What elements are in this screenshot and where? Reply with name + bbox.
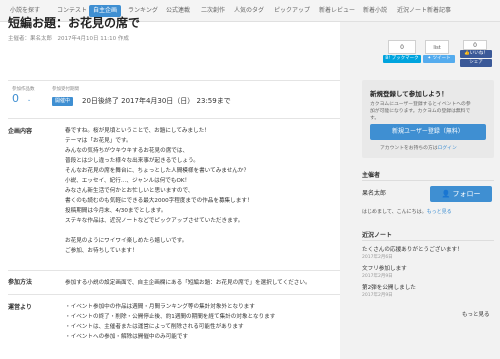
content-line: 投稿期間は今月末、4/30までとします。 <box>65 208 167 214</box>
period-label: 参加受付期間 <box>52 87 79 92</box>
register-text: す。 <box>370 116 380 121</box>
facebook-count: 0 <box>463 40 487 50</box>
notes-divider <box>362 240 494 241</box>
content-line: ステキな作品は、近況ノートなどでピックアップさせていただきます。 <box>65 218 244 224</box>
details-divider-top <box>8 118 340 119</box>
chevron-down-icon[interactable]: ⌄ <box>27 97 31 103</box>
content-line: みんなの気持ちがウキウキするお花見の席では、 <box>65 148 189 154</box>
content-line: ご参加、お待ちしています！ <box>65 248 138 254</box>
register-panel: 新規登録して参加しよう！ カクヨムにユーザー登録するとイベントへの参 加が可能に… <box>362 80 494 158</box>
rules-line: ・イベント参加中の作品は週間・月間ランキング等の集計対象外となります <box>65 304 255 310</box>
login-prefix: アカウントをお持ちの方は <box>380 146 438 151</box>
notes-more-link[interactable]: もっと見る <box>462 310 490 318</box>
note-date: 2017年2月9日 <box>362 293 393 298</box>
host-more-link[interactable]: もっと見る <box>427 209 452 215</box>
list-count: list <box>425 40 449 54</box>
details-divider-rules <box>8 294 340 295</box>
nav-official-serial[interactable]: 公式連載 <box>162 5 194 17</box>
content-line: 書くのも読むのも気軽にできる最大2000字程度までの作品を募集します！ <box>65 198 253 204</box>
page-title: 短編お題：お花見の席で <box>8 16 141 30</box>
content-label: 企画内容 <box>8 128 33 135</box>
host-name[interactable]: 果名太郎 <box>362 188 386 197</box>
rules-line: ・イベントへの参加・解除は開催中のみ可能です <box>65 334 189 340</box>
content-line: 小説、エッセイ、紀行…、ジャンルは何でもOK！ <box>65 178 191 184</box>
nav-new-notes[interactable]: 近況ノート新着記事 <box>393 5 455 17</box>
tweet-label: ツイート <box>432 56 451 61</box>
content-line: 普段とは少し違った様々な出来事が起きるでしょう。 <box>65 158 199 164</box>
rules-label: 運営より <box>8 304 32 311</box>
deadline-text: 20日後終了 2017年4月30日（日） 23:59まで <box>82 97 231 105</box>
notes-heading: 近況ノート <box>362 232 393 239</box>
method-label: 参加方法 <box>8 279 33 286</box>
host-message: はじめまして、こんにちは。もっと見る <box>362 208 452 215</box>
content-line: お花見のようにワイワイ楽しめたら嬉しいです。 <box>65 238 188 244</box>
nav-derivative[interactable]: 二次創作 <box>197 5 229 17</box>
register-text: カクヨムにユーザー登録するとイベントへの参 <box>370 102 471 107</box>
person-add-icon: 👤 <box>441 190 453 198</box>
content-line: そんなお花見の席を舞台に、ちょっとした人間模様を書いてみませんか？ <box>65 168 250 174</box>
organizer-meta: 主催者：果名太郎 2017年4月10日 11:10 作成 <box>8 36 129 42</box>
note-title[interactable]: 文フリ参加します <box>362 264 407 272</box>
status-badge: 開催中 <box>52 97 74 106</box>
login-prompt: アカウントをお持ちの方はログイン <box>380 144 457 151</box>
rules-line: ・イベントは、主催者または運営によって削除される可能性があります <box>65 324 244 330</box>
host-heading: 主催者 <box>362 172 381 179</box>
content-line: みなさん新生活で何かとお忙しいと思いますので、 <box>65 188 194 194</box>
facebook-like-button[interactable]: 👍いいね！ <box>460 50 492 58</box>
follow-button[interactable]: 👤 フォロー <box>430 186 492 202</box>
content-line: テーマは「お花見」です。 <box>65 138 132 144</box>
host-message-text: はじめまして、こんにちは。 <box>362 209 427 215</box>
hatena-count: 0 <box>388 40 416 54</box>
nav-new-reviews[interactable]: 新着レビュー <box>315 5 359 17</box>
register-title: 新規登録して参加しよう！ <box>370 90 448 98</box>
nav-popular-tags[interactable]: 人気のタグ <box>230 5 268 17</box>
note-title[interactable]: たくさんの応援ありがとうございます！ <box>362 245 463 253</box>
register-text: 加が可能になります。カクヨムの登録は無料で <box>370 109 471 114</box>
note-title[interactable]: 第2弾を公開しました <box>362 283 416 291</box>
nav-new-novels[interactable]: 新着小説 <box>359 5 391 17</box>
tweet-button[interactable]: ✦ ツイート <box>423 55 455 63</box>
note-date: 2017年2月6日 <box>362 255 393 260</box>
login-link[interactable]: ログイン <box>438 146 457 151</box>
host-divider <box>362 180 494 181</box>
content-line: 春ですね。桜が見頃ということで、お題にしてみました！ <box>65 128 210 134</box>
nav-pickup[interactable]: ピックアップ <box>270 5 314 17</box>
details-divider-method <box>8 270 340 271</box>
rules-line: ・イベントの終了・削除・公開停止後、約1週間の期間を経て集計の対象となります <box>65 314 276 320</box>
entries-count[interactable]: 0 <box>12 92 19 105</box>
hatena-bookmark-button[interactable]: B! ブックマーク <box>383 55 421 63</box>
facebook-share-button[interactable]: シェア <box>460 59 492 67</box>
note-date: 2017年2月9日 <box>362 274 393 279</box>
fb-like-label: いいね！ <box>469 51 488 56</box>
stats-divider <box>8 80 340 81</box>
signup-button[interactable]: 新規ユーザー登録（無料） <box>370 124 486 140</box>
method-text: 参加する小説の設定画面で、自主企画欄にある「短編お題：お花見の席で」を選択してく… <box>65 280 311 286</box>
follow-label: フォロー <box>452 190 481 198</box>
